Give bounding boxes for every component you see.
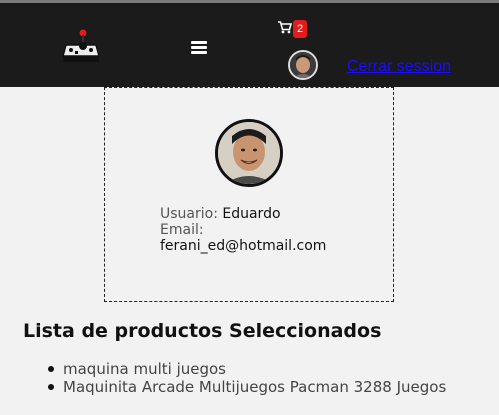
logout-link[interactable]: Cerrar session — [347, 58, 451, 76]
profile-avatar — [215, 119, 283, 187]
list-item: maquina multi juegos — [47, 360, 446, 378]
menu-bar — [191, 46, 207, 49]
arcade-joystick-icon[interactable] — [62, 29, 100, 63]
menu-bar — [191, 51, 207, 54]
products-list: maquina multi juegos Maquinita Arcade Mu… — [47, 360, 447, 396]
username-value: Eduardo — [222, 206, 281, 222]
profile-card: Usuario: Eduardo Email: ferani_ed@hotmai… — [104, 87, 394, 302]
profile-info: Usuario: Eduardo Email: ferani_ed@hotmai… — [160, 206, 326, 254]
user-avatar[interactable] — [288, 50, 318, 80]
cart-count-badge: 2 — [293, 20, 307, 38]
navbar: 2 Cerrar session — [0, 3, 499, 87]
hamburger-menu-icon[interactable] — [191, 41, 207, 54]
cart-button[interactable]: 2 — [276, 17, 310, 41]
products-title: Lista de productos Seleccionados — [23, 320, 382, 342]
email-value: ferani_ed@hotmail.com — [160, 238, 327, 254]
email-label: Email: — [160, 222, 204, 238]
shopping-cart-icon — [278, 21, 292, 34]
username-label: Usuario: — [160, 206, 218, 222]
menu-bar — [191, 41, 207, 44]
list-item: Maquinita Arcade Multijuegos Pacman 3288… — [47, 378, 447, 396]
username-row: Usuario: Eduardo — [160, 206, 326, 222]
